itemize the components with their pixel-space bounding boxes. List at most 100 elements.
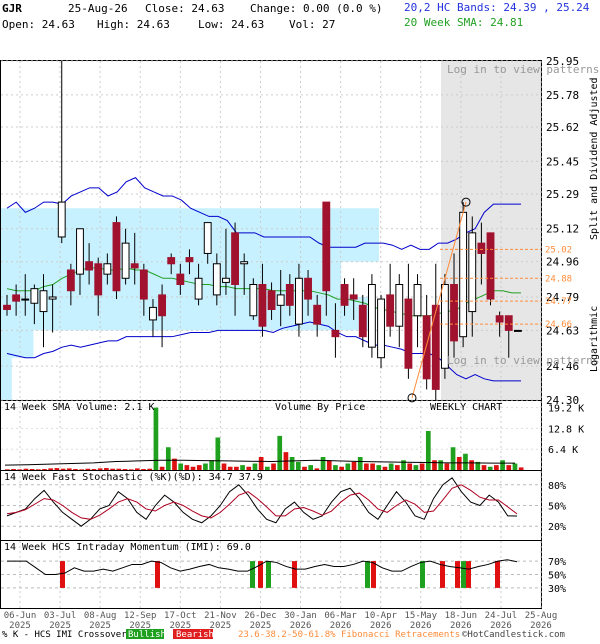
volume-tick-label: 19.2 K	[548, 404, 584, 415]
volume-bar	[500, 460, 505, 470]
volume-bar	[370, 463, 375, 470]
volume-bar	[252, 463, 258, 470]
watermark: ©HotCandlestick.com	[462, 630, 565, 640]
volume-bar	[209, 460, 214, 470]
volume-bar	[190, 466, 196, 470]
volume-bar	[487, 466, 493, 470]
candle-body	[340, 284, 349, 306]
stoch-tick-label: 50%	[548, 502, 566, 513]
split-adjusted-label: Split and Dividend Adjusted	[589, 77, 600, 240]
volume-bar	[444, 463, 450, 470]
volume-bar	[339, 466, 344, 470]
candle-body	[367, 284, 376, 348]
volume-bar	[147, 468, 153, 470]
fib-label: 25.02	[545, 245, 572, 255]
candle-body	[112, 222, 121, 292]
x-tick-date: 18-Jun	[445, 611, 478, 621]
candle-body	[3, 304, 11, 310]
candle-body	[431, 304, 440, 390]
volume-bar	[184, 465, 190, 470]
volume-bar	[66, 468, 72, 470]
imi-tick-label: 30%	[548, 584, 566, 595]
volume-bar	[122, 469, 128, 470]
volume-bar	[469, 460, 474, 470]
volume-bar	[333, 465, 338, 470]
header: GJR 25-Aug-26 Close: 24.63 Change: 0.00 …	[2, 1, 590, 31]
volume-bar	[258, 457, 264, 470]
volume-bar	[60, 468, 66, 470]
candle-body	[513, 329, 522, 332]
candle-body	[486, 232, 495, 300]
pattern-hidden-text-bottom: Log in to view patterns in this area	[447, 354, 600, 367]
stochastic-layer: 80% 50% 20%	[1, 477, 566, 533]
candle-body	[240, 261, 249, 265]
candle-body	[349, 294, 358, 300]
volume-bar	[265, 466, 270, 470]
candle-body	[48, 296, 57, 300]
volume-bar	[240, 465, 245, 470]
candle-body	[495, 315, 504, 323]
volume-bar	[110, 468, 115, 470]
volume-bar	[128, 469, 134, 470]
footer: % K - HCS IMI Crossover Bullish Bearish …	[2, 629, 565, 640]
volume-bar	[196, 465, 202, 470]
vol-label: Vol: 27	[289, 18, 335, 31]
volume-bar	[227, 466, 233, 470]
x-tick-date: 21-Nov	[204, 611, 237, 621]
imi-crossover-bar	[455, 561, 460, 588]
volume-bar	[165, 447, 171, 470]
volume-by-price-bar	[1, 330, 34, 358]
price-tick-label: 24.96	[546, 256, 579, 269]
fib-label: 24.77	[545, 297, 572, 307]
candle-body	[222, 277, 230, 283]
pattern-region	[441, 61, 541, 400]
volume-bar	[376, 465, 382, 470]
candle-body	[121, 242, 130, 279]
volume-bar	[364, 463, 369, 470]
volume-bar	[314, 468, 320, 470]
fib-label: 24.88	[545, 274, 572, 284]
bullish-label: Bullish	[128, 630, 166, 640]
volume-bar	[203, 463, 208, 470]
volume-tick-label: 6.4 K	[548, 445, 578, 456]
volume-bar	[518, 467, 524, 470]
candle-body	[450, 284, 458, 342]
pattern-hidden-text-top: Log in to view patterns in this area	[447, 63, 600, 76]
volume-bar	[512, 463, 518, 470]
x-tick-date: 25-Aug	[525, 611, 558, 621]
volume-bar	[407, 463, 413, 470]
volume-bar	[97, 468, 103, 470]
volume-bar	[42, 469, 47, 470]
volume-bar	[438, 460, 444, 470]
candle-body	[103, 263, 112, 275]
volume-bar	[246, 466, 252, 470]
volume-by-price-bar	[1, 357, 12, 400]
volume-tick-label: 12.8 K	[548, 424, 584, 435]
candle-body	[194, 277, 203, 300]
imi-crossover-bar	[60, 561, 65, 588]
imi-crossover-bar	[420, 561, 425, 588]
candle-body	[267, 290, 276, 310]
price-tick-label: 25.62	[546, 121, 579, 134]
fib-label: 24.66	[545, 320, 572, 330]
volume-bar	[494, 465, 499, 470]
x-tick-date: 26-Dec	[244, 611, 277, 621]
candle-body	[404, 298, 413, 369]
low-label: Low: 24.63	[198, 18, 264, 31]
imi-title: 14 Week HCS Intraday Momentum (IMI): 69.…	[4, 542, 251, 553]
candle-body	[395, 284, 404, 327]
imi-crossover-bar	[365, 561, 370, 588]
stochastic-title: 14 Week Fast Stochastic (%K)(%D): 34.7 3…	[4, 472, 263, 483]
volume-title: 14 Week SMA Volume: 2.1 K	[4, 402, 155, 413]
candle-body	[413, 284, 422, 317]
candle-body	[276, 294, 285, 306]
candle-body	[167, 257, 176, 265]
volume-bar	[481, 465, 487, 470]
volume-bar	[11, 469, 16, 470]
volume-bar	[23, 468, 29, 470]
volume-bar	[432, 460, 437, 470]
candle-body	[477, 242, 486, 254]
candle-body	[285, 284, 294, 306]
volume-bar	[178, 463, 184, 470]
volume-layer: 19.2 K 12.8 K 6.4 K	[1, 404, 584, 470]
